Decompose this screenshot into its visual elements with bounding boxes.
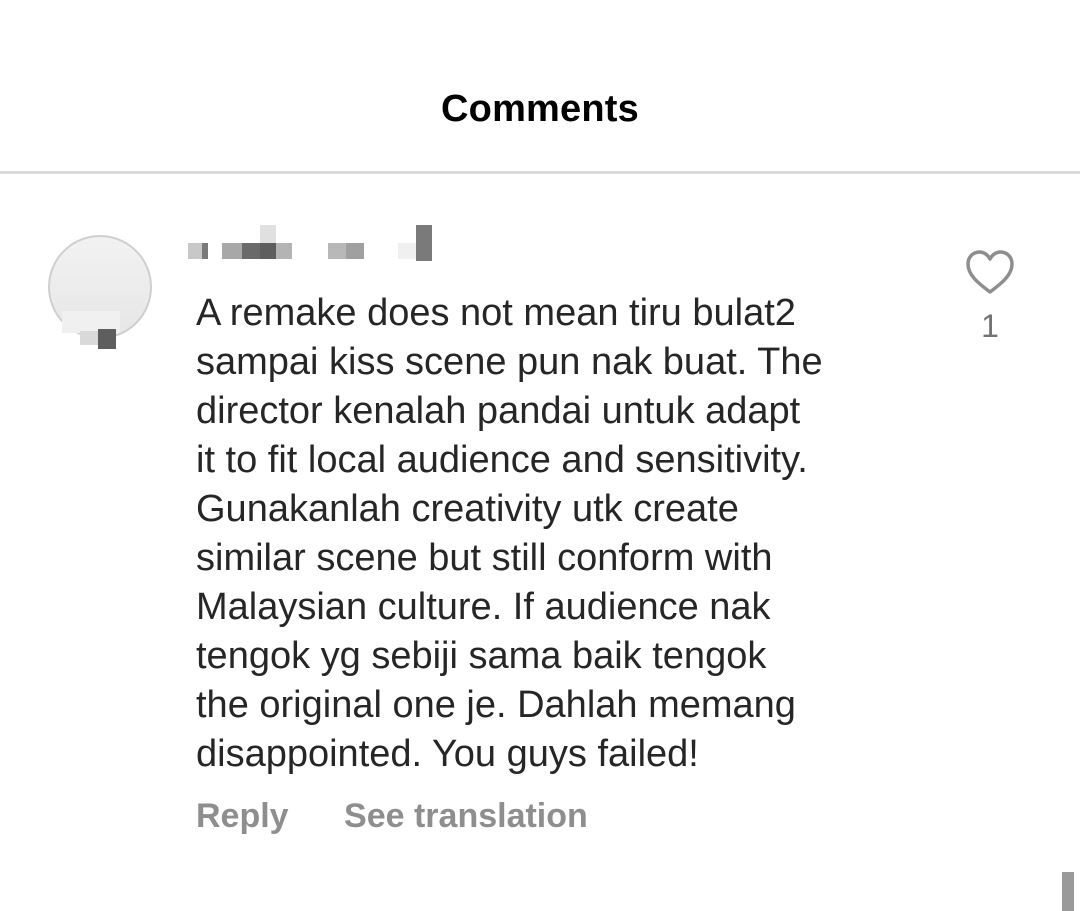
comment-actions: Reply See translation bbox=[196, 797, 588, 836]
page-title: Comments bbox=[441, 88, 639, 130]
comment-item: A remake does not mean tiru bulat2 sampa… bbox=[0, 177, 1080, 911]
comments-header: Comments bbox=[0, 0, 1080, 174]
like-button[interactable] bbox=[964, 247, 1016, 299]
like-count: 1 bbox=[981, 308, 999, 344]
avatar-pixelation bbox=[62, 311, 120, 351]
see-translation-button[interactable]: See translation bbox=[344, 797, 588, 836]
username-redacted[interactable] bbox=[188, 225, 448, 261]
reply-button[interactable]: Reply bbox=[196, 797, 289, 836]
comment-text: A remake does not mean tiru bulat2 sampa… bbox=[196, 292, 823, 775]
heart-outline-icon bbox=[966, 250, 1014, 294]
scrollbar[interactable] bbox=[1062, 872, 1074, 911]
